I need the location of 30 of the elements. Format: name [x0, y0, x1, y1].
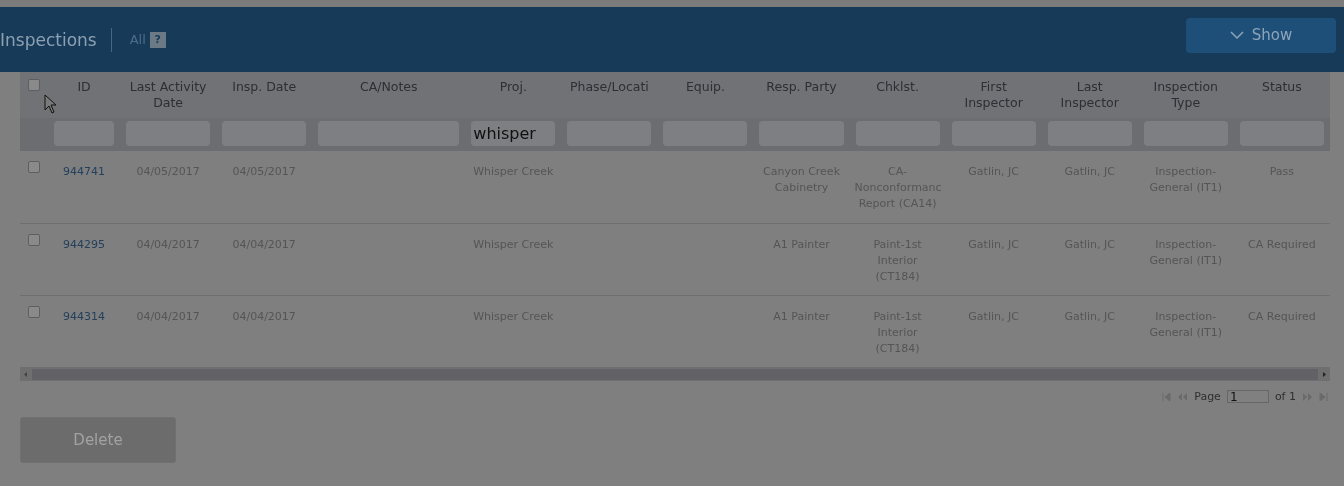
- page-label: Page: [1194, 388, 1221, 405]
- inspection-id-link[interactable]: 944295: [63, 237, 106, 251]
- checkbox[interactable]: [28, 305, 40, 318]
- column-header[interactable]: Resp. Party: [757, 79, 846, 95]
- checkbox[interactable]: [28, 233, 40, 246]
- checkbox[interactable]: [28, 79, 40, 91]
- checkbox[interactable]: [28, 161, 40, 173]
- page-count: of 1: [1274, 388, 1296, 405]
- help-icon[interactable]: ?: [149, 31, 166, 48]
- filter-label[interactable]: All: [129, 29, 146, 50]
- show-button[interactable]: Show: [1186, 18, 1336, 53]
- column-header[interactable]: Inspection Type: [1141, 79, 1230, 111]
- column-header[interactable]: Chklst.: [853, 79, 942, 95]
- filter-field[interactable]: whisper: [471, 121, 556, 146]
- inspection-id-link[interactable]: 944314: [63, 309, 106, 323]
- page-title: Inspections: [0, 27, 112, 52]
- column-header[interactable]: Status: [1237, 79, 1326, 95]
- column-header[interactable]: Last Inspector: [1045, 79, 1134, 111]
- column-header[interactable]: Last Activity Date: [124, 79, 213, 111]
- mouse-cursor-icon: [44, 94, 58, 114]
- page-input[interactable]: 1: [1226, 390, 1269, 404]
- column-header[interactable]: Insp. Date: [220, 79, 309, 95]
- chevron-down-icon: [1229, 31, 1244, 40]
- column-header[interactable]: First Inspector: [949, 79, 1038, 111]
- inspection-id-link[interactable]: 944741: [63, 165, 106, 178]
- column-header[interactable]: ID: [52, 79, 117, 95]
- column-header[interactable]: Phase/Locati: [565, 79, 654, 95]
- column-header[interactable]: CA/Notes: [316, 79, 462, 95]
- column-header[interactable]: Equip.: [661, 79, 750, 95]
- column-header[interactable]: Proj.: [469, 79, 558, 95]
